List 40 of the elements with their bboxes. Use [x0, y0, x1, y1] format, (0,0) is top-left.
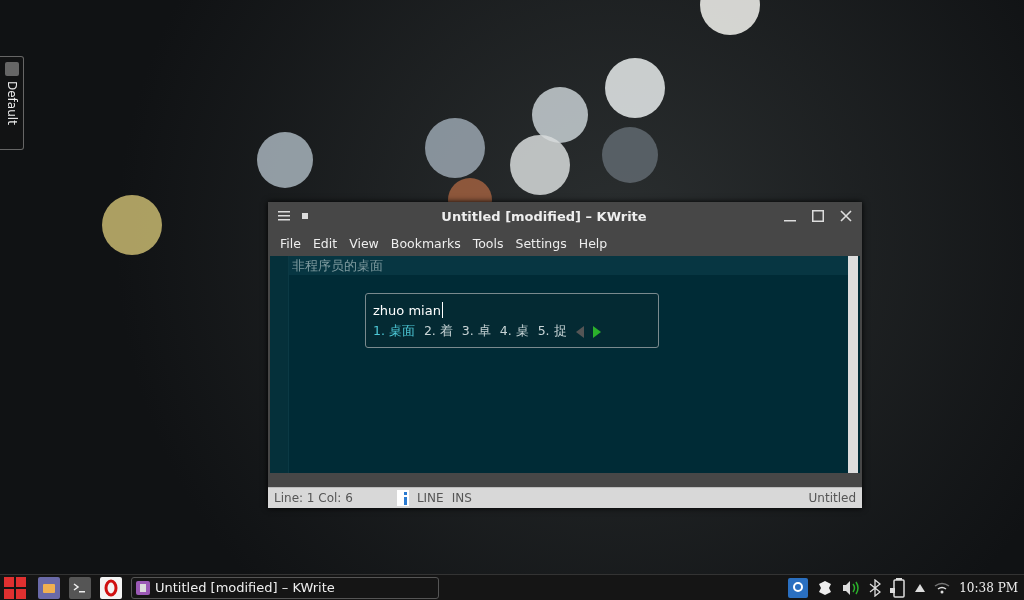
selection-mode[interactable]: LINE — [416, 491, 444, 505]
document-name: Untitled — [808, 491, 856, 505]
panel-label: Default — [4, 81, 19, 125]
menu-item[interactable]: Bookmarks — [384, 235, 467, 251]
menu-item[interactable]: Edit — [306, 235, 344, 251]
menu-item[interactable]: File — [274, 235, 307, 251]
document-icon — [136, 580, 150, 595]
menu-item[interactable]: Settings — [509, 235, 573, 251]
menu-icon[interactable] — [278, 211, 290, 221]
browser-icon[interactable] — [100, 576, 122, 599]
battery-icon[interactable] — [890, 577, 907, 598]
window-title: Untitled [modified] – KWrite — [440, 208, 648, 224]
folder-icon[interactable] — [38, 576, 60, 599]
maximize-icon[interactable] — [812, 210, 824, 222]
volume-icon[interactable] — [842, 579, 861, 596]
bluetooth-icon[interactable] — [869, 578, 882, 597]
panel-icon — [4, 62, 19, 76]
cursor-position: Line: 1 Col: 6 — [274, 491, 353, 505]
side-panel-tab[interactable]: Default — [0, 56, 24, 150]
candidate-item[interactable]: 1. 桌面 — [373, 323, 415, 340]
terminal-icon[interactable] — [69, 576, 91, 599]
wifi-icon[interactable] — [934, 581, 951, 594]
preedit-text: zhuo mian — [373, 301, 444, 320]
candidate-item[interactable]: 3. 卓 — [461, 323, 491, 340]
input-mode[interactable]: INS — [451, 491, 472, 505]
clock[interactable]: 10:38 PM — [959, 580, 1018, 595]
box-icon[interactable] — [817, 580, 834, 595]
candidate-item[interactable]: 2. 着 — [423, 323, 453, 340]
menu-item[interactable]: Help — [572, 235, 614, 251]
candidate-item[interactable]: 4. 桌 — [499, 323, 529, 340]
close-icon[interactable] — [840, 210, 852, 222]
candidate-item[interactable]: 5. 捉 — [537, 323, 567, 340]
scrollbar[interactable] — [848, 256, 858, 473]
menu-item[interactable]: Tools — [466, 235, 510, 251]
expand-tray-icon[interactable] — [915, 583, 926, 592]
menu-item[interactable]: View — [343, 235, 385, 251]
grid-launcher-icon[interactable] — [4, 576, 26, 599]
taskbar-window-button[interactable]: Untitled [modified] – KWrite — [131, 576, 439, 599]
next-page-icon[interactable] — [592, 325, 601, 338]
info-icon — [396, 490, 409, 506]
